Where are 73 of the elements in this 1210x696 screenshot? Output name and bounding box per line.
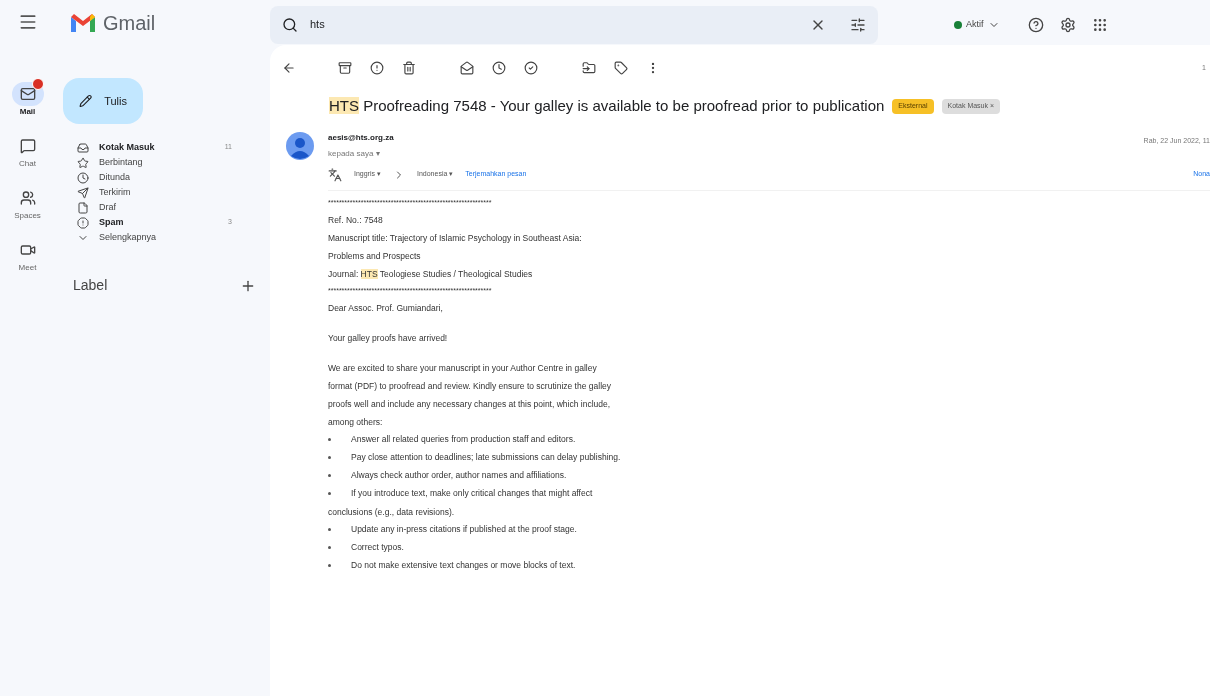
bullet-icon bbox=[328, 492, 331, 495]
sender-address: aesis@hts.org.za bbox=[328, 131, 394, 144]
rail-label: Chat bbox=[19, 158, 36, 170]
body-text: format (PDF) to proofread and review. Kindly ensure to scrutinize the galley bbox=[328, 379, 612, 393]
video-icon bbox=[19, 242, 36, 258]
report-icon[interactable] bbox=[370, 61, 384, 75]
bullet-text: Correct typos. bbox=[351, 541, 404, 554]
bullet-icon bbox=[328, 564, 331, 567]
folder-item[interactable]: Terkirim bbox=[55, 185, 270, 200]
compose-button[interactable]: Tulis bbox=[63, 78, 143, 124]
task-icon[interactable] bbox=[524, 61, 538, 75]
folder-item[interactable]: Ditunda bbox=[55, 170, 270, 185]
apps-icon[interactable] bbox=[1091, 16, 1108, 33]
folder-icon[interactable] bbox=[582, 61, 596, 75]
inbox-icon bbox=[77, 141, 89, 154]
bullet-text: Always check author order, author names and affiliations. bbox=[351, 469, 567, 482]
rail-label: Meet bbox=[18, 262, 37, 274]
bullet-text: If you introduce text, make only critical changes that might affect bbox=[351, 487, 593, 500]
bullet-text: Answer all related queries from production staff and editors. bbox=[351, 433, 576, 446]
body-text: conclusions (e.g., data revisions). bbox=[328, 505, 456, 519]
folder-item[interactable]: Draf bbox=[55, 200, 270, 215]
bullet-text: Do not make extensive text changes or move blocks of text. bbox=[351, 559, 576, 572]
body-text: Ref. No.: 7548 bbox=[328, 213, 384, 227]
search-icon bbox=[282, 16, 298, 33]
back-icon[interactable] bbox=[282, 61, 296, 75]
send-icon bbox=[77, 186, 89, 199]
body-text: Your galley proofs have arrived! bbox=[328, 331, 449, 345]
search-field[interactable]: hts bbox=[270, 5, 878, 44]
recipient-line[interactable]: kepada saya ▾ bbox=[328, 147, 394, 160]
trash-icon[interactable] bbox=[402, 61, 416, 75]
star-icon bbox=[77, 156, 89, 169]
rail-label: Mail bbox=[19, 106, 36, 118]
label-icon[interactable] bbox=[614, 61, 628, 75]
body-text: Manuscript title: Trajectory of Islamic Psychology in Southeast Asia: bbox=[328, 231, 583, 245]
labels-heading: Label bbox=[73, 276, 108, 295]
body-text: proofs well and include any necessary changes at this point, which include, bbox=[328, 397, 612, 411]
bullet-icon bbox=[328, 474, 331, 477]
people-icon bbox=[19, 190, 36, 206]
help-icon[interactable] bbox=[1027, 16, 1044, 33]
bullet-icon bbox=[328, 438, 331, 441]
folder-item[interactable]: Berbintang bbox=[55, 155, 270, 170]
filter-icon[interactable] bbox=[850, 16, 866, 33]
bullet-icon bbox=[328, 528, 331, 531]
mail-icon[interactable] bbox=[460, 61, 474, 75]
mail-icon bbox=[19, 86, 36, 102]
body-text: Dear Assoc. Prof. Gumiandari, bbox=[328, 301, 444, 315]
body-text: among others: bbox=[328, 415, 384, 429]
rail-item[interactable]: Spaces bbox=[11, 186, 44, 222]
body-text: Problems and Prospects bbox=[328, 249, 422, 263]
email-subject: HTS Proofreading 7548 - Your galley is available to be proofread prior to publication bbox=[329, 96, 885, 116]
body-text: Journal: HTS Teologiese Studies / Theological Studies bbox=[328, 267, 534, 281]
clock-icon[interactable] bbox=[492, 61, 506, 75]
bullet-icon bbox=[328, 456, 331, 459]
pencil-icon bbox=[79, 93, 93, 109]
folder-item[interactable]: Selengkapnya bbox=[55, 230, 270, 245]
translate-icon bbox=[328, 167, 342, 182]
archive-icon[interactable] bbox=[338, 61, 352, 75]
bullet-text: Update any in-press citations if published at the proof stage. bbox=[351, 523, 577, 536]
bullet-icon bbox=[328, 546, 331, 549]
rail-item[interactable]: Meet bbox=[11, 238, 44, 274]
bullet-text: Pay close attention to deadlines; late submissions can delay publishing. bbox=[351, 451, 621, 464]
chat-icon bbox=[19, 138, 36, 154]
spam-icon bbox=[77, 216, 89, 229]
body-text: We are excited to share your manuscript in your Author Centre in galley bbox=[328, 361, 598, 375]
gmail-logo-icon bbox=[71, 13, 95, 32]
file-icon bbox=[77, 201, 89, 214]
rail-label: Spaces bbox=[14, 210, 41, 222]
app-name: Gmail bbox=[103, 10, 156, 36]
rail-item[interactable]: Chat bbox=[11, 134, 44, 170]
settings-icon[interactable] bbox=[1059, 16, 1076, 33]
avatar-icon bbox=[286, 131, 314, 160]
clock-icon bbox=[77, 171, 89, 184]
status-selector[interactable]: Aktif bbox=[942, 9, 1012, 40]
